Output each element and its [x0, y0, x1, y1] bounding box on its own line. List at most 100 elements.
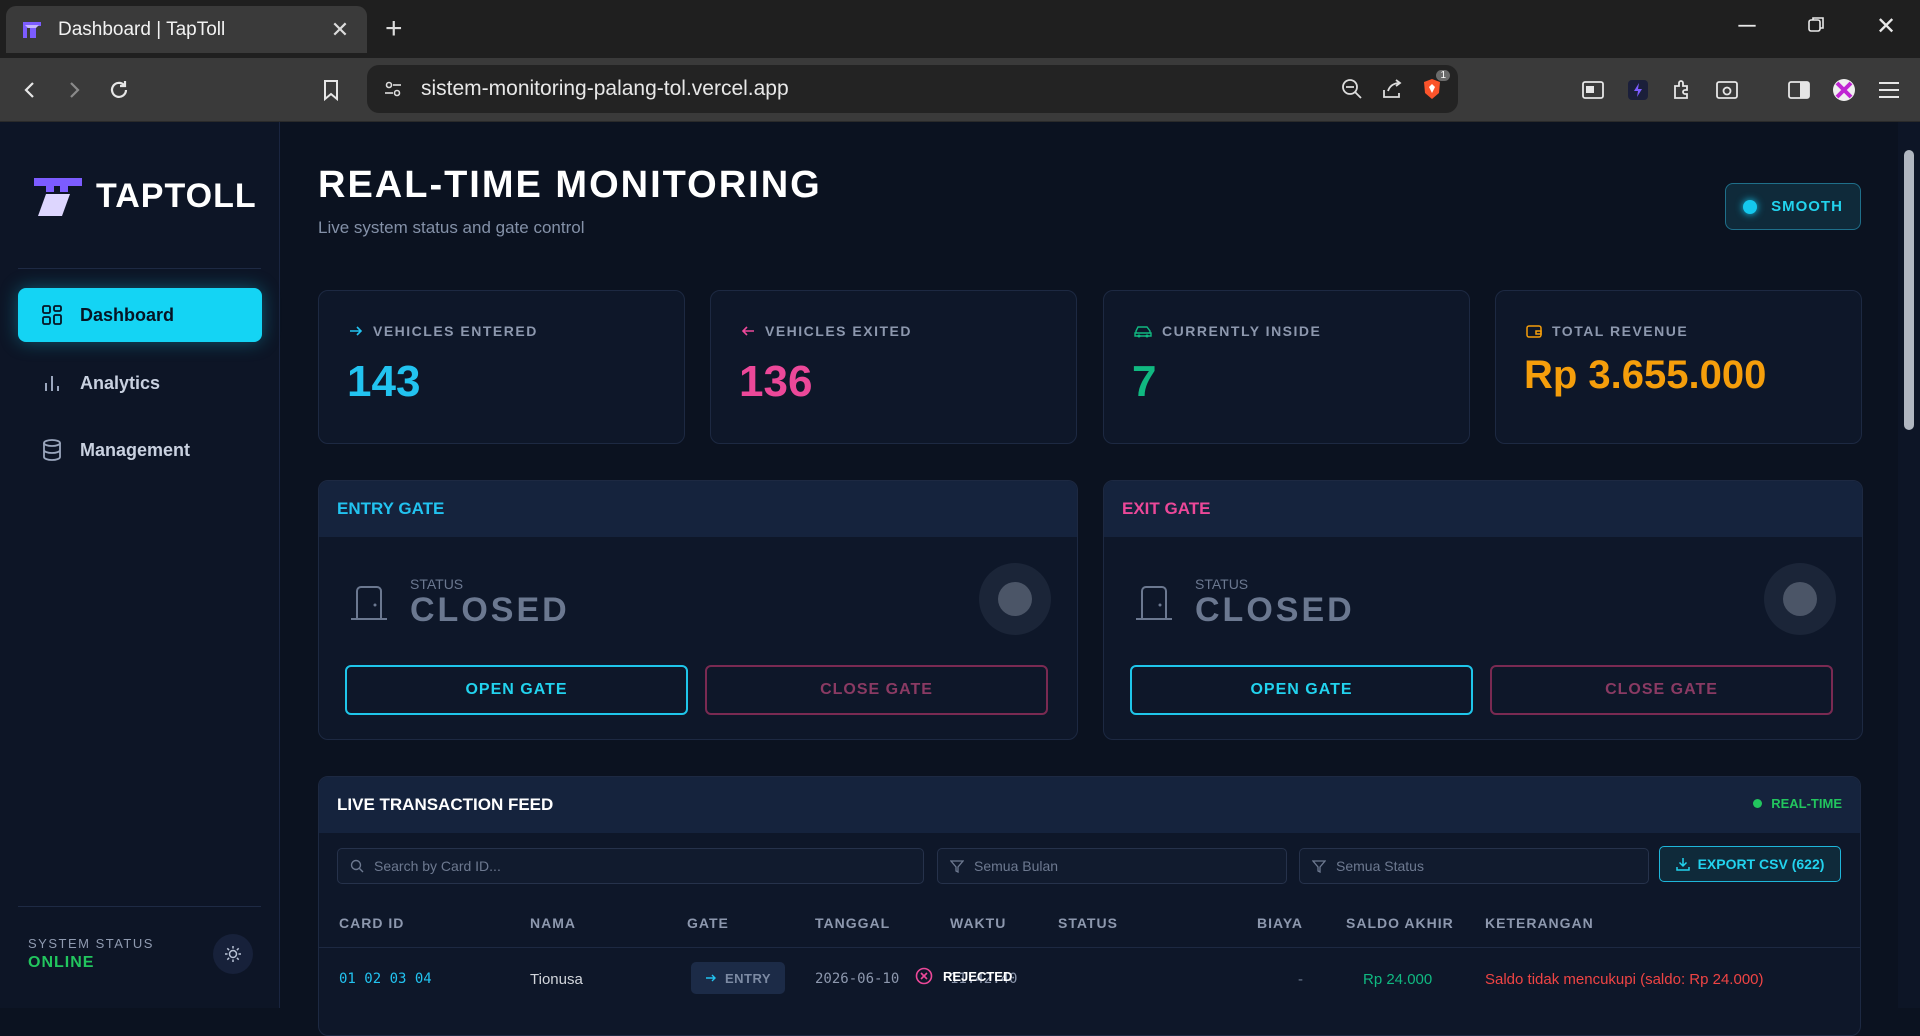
tab-close-icon[interactable]: ✕ [327, 17, 353, 43]
menu-icon[interactable] [1871, 72, 1907, 108]
mode-badge[interactable]: SMOOTH [1725, 183, 1861, 230]
x-circle-icon [915, 967, 933, 985]
download-icon [1675, 857, 1690, 871]
system-status-value: ONLINE [28, 954, 95, 971]
filter-icon [1312, 859, 1326, 873]
sidebar-item-management[interactable]: Management [18, 423, 262, 477]
extension-bolt-icon[interactable] [1620, 72, 1656, 108]
exit-close-gate-button[interactable]: CLOSE GATE [1490, 665, 1833, 715]
extensions-puzzle-icon[interactable] [1665, 72, 1701, 108]
stat-card-exited: VEHICLES EXITED 136 [710, 290, 1077, 444]
sun-icon [224, 945, 242, 963]
browser-tabbar: Dashboard | TapToll ✕ + ─ ✕ [0, 0, 1920, 58]
stat-value: 143 [347, 357, 421, 406]
site-settings-icon[interactable] [383, 79, 403, 99]
sidebar-divider [18, 906, 261, 907]
column-header[interactable]: TANGGAL [815, 915, 890, 931]
zoom-icon[interactable] [1332, 69, 1372, 109]
status-filter-select[interactable]: Semua Status [1299, 848, 1649, 884]
realtime-badge: REAL-TIME [1753, 796, 1842, 811]
status-label: REJECTED [943, 968, 1013, 984]
column-header[interactable]: BIAYA [1257, 915, 1303, 931]
sidebar-item-label: Analytics [80, 372, 161, 393]
arrow-left-icon [741, 324, 755, 338]
arrow-right-icon [705, 972, 717, 984]
profile-icon[interactable] [1826, 72, 1862, 108]
search-icon [350, 859, 364, 873]
sidebar-item-dashboard[interactable]: Dashboard [18, 288, 262, 342]
realtime-dot [1753, 799, 1763, 808]
sidebar-item-analytics[interactable]: Analytics [18, 356, 262, 410]
browser-tab[interactable]: Dashboard | TapToll ✕ [6, 6, 367, 53]
gate-status-label: STATUS [410, 576, 464, 592]
search-placeholder: Search by Card ID... [374, 858, 501, 874]
brand-name: TAPTOLL [96, 176, 257, 215]
table-divider [319, 947, 1860, 948]
cell-keterangan: Saldo tidak mencukupi (saldo: Rp 24.000) [1485, 971, 1764, 988]
brand[interactable]: TAPTOLL [32, 174, 257, 218]
theme-toggle-button[interactable] [213, 934, 253, 974]
filter-icon [950, 859, 964, 873]
column-header[interactable]: GATE [687, 915, 729, 931]
column-header[interactable]: STATUS [1058, 915, 1118, 931]
media-icon[interactable] [1575, 72, 1611, 108]
feed-title: LIVE TRANSACTION FEED [337, 795, 554, 814]
entry-open-gate-button[interactable]: OPEN GATE [345, 665, 688, 715]
sidebar: TAPTOLL Dashboard Analytics Management S… [0, 122, 280, 1008]
search-input[interactable]: Search by Card ID... [337, 848, 924, 884]
column-header[interactable]: SALDO AKHIR [1346, 915, 1454, 931]
wallet-icon [1526, 324, 1542, 338]
gate-title: ENTRY GATE [319, 481, 1077, 537]
brave-shields-icon[interactable]: 1 [1412, 69, 1452, 109]
stat-label: TOTAL REVENUE [1552, 323, 1689, 339]
restore-icon[interactable] [1796, 12, 1836, 40]
scrollbar-thumb[interactable] [1904, 150, 1914, 430]
url-text: sistem-monitoring-palang-tol.vercel.app [421, 77, 789, 100]
page-subtitle: Live system status and gate control [318, 218, 585, 237]
taptoll-favicon-icon [20, 18, 44, 42]
bookmark-icon[interactable] [313, 72, 349, 108]
gate-status-value: CLOSED [1195, 591, 1355, 629]
page-scrollbar[interactable] [1898, 122, 1920, 1008]
gate-badge-label: ENTRY [724, 970, 772, 986]
stat-card-entered: VEHICLES ENTERED 143 [318, 290, 685, 444]
stat-value: 136 [739, 357, 813, 406]
sidebar-item-label: Dashboard [80, 304, 175, 325]
export-label: EXPORT CSV (622) [1697, 856, 1825, 872]
minimize-icon[interactable]: ─ [1727, 12, 1767, 40]
gate-status-value: CLOSED [410, 591, 570, 629]
export-csv-button[interactable]: EXPORT CSV (622) [1659, 846, 1841, 882]
exit-open-gate-button[interactable]: OPEN GATE [1130, 665, 1473, 715]
entry-close-gate-button[interactable]: CLOSE GATE [705, 665, 1048, 715]
sidebar-item-label: Management [80, 439, 191, 460]
door-icon [349, 585, 389, 626]
stat-value: Rp 3.655.000 [1524, 353, 1767, 397]
status-filter-value: Semua Status [1336, 858, 1424, 874]
stat-card-revenue: TOTAL REVENUE Rp 3.655.000 [1495, 290, 1862, 444]
column-header[interactable]: WAKTU [950, 915, 1006, 931]
column-header[interactable]: CARD ID [339, 915, 404, 931]
window-close-icon[interactable]: ✕ [1866, 12, 1906, 41]
reload-icon[interactable] [101, 72, 137, 108]
gate-badge: ENTRY [691, 962, 785, 994]
cell-biaya: - [1298, 971, 1303, 988]
cell-saldo-akhir: Rp 24.000 [1363, 971, 1433, 988]
mode-label: SMOOTH [1771, 198, 1843, 215]
sidebar-divider [18, 268, 261, 269]
month-filter-select[interactable]: Semua Bulan [937, 848, 1287, 884]
address-bar[interactable]: sistem-monitoring-palang-tol.vercel.app … [367, 65, 1458, 113]
transaction-feed-panel: LIVE TRANSACTION FEED REAL-TIME Search b… [318, 776, 1861, 1036]
column-header[interactable]: KETERANGAN [1485, 915, 1594, 931]
share-icon[interactable] [1372, 69, 1412, 109]
new-tab-icon[interactable]: + [385, 12, 403, 46]
stat-label: VEHICLES ENTERED [373, 323, 538, 339]
screenshot-icon[interactable] [1709, 72, 1745, 108]
forward-icon[interactable] [56, 72, 92, 108]
cell-card-id: 01 02 03 04 [339, 971, 432, 987]
sidebar-toggle-icon[interactable] [1781, 72, 1817, 108]
status-badge: REJECTED [915, 967, 1012, 985]
back-icon[interactable] [12, 72, 48, 108]
mode-status-dot [1743, 199, 1758, 214]
tab-title: Dashboard | TapToll [58, 18, 226, 40]
column-header[interactable]: NAMA [530, 915, 576, 931]
